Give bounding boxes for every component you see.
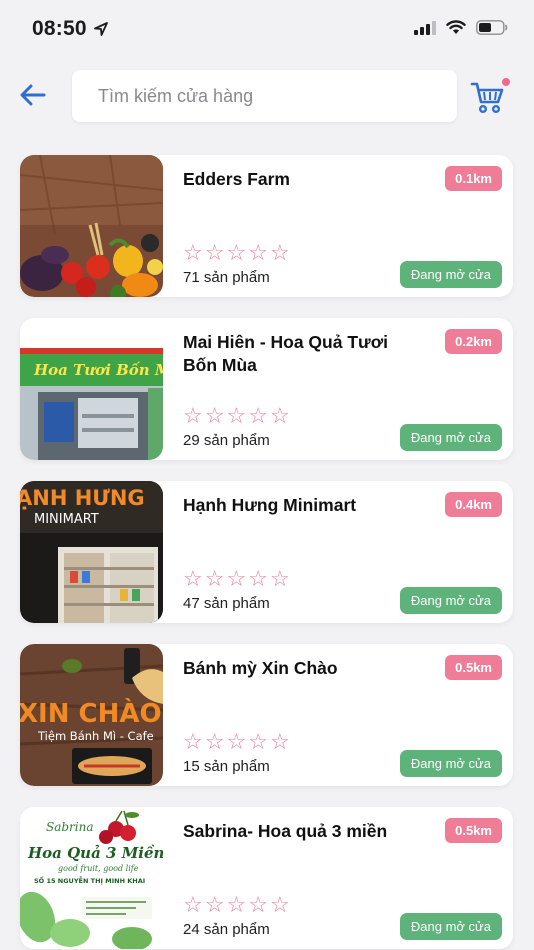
store-thumbnail: Sabrina Hoa Quả 3 Miền good fruit, good …	[20, 807, 163, 949]
wifi-icon	[446, 20, 466, 34]
star-icon: ☆	[183, 729, 203, 754]
product-count: 24 sản phẩm	[183, 921, 270, 938]
status-icons	[414, 20, 508, 35]
distance-badge: 0.1km	[445, 166, 502, 191]
shop-sign-subtext: Tiệm Bánh Mì - Cafe	[37, 729, 154, 743]
store-thumbnail	[20, 155, 163, 297]
rating-stars: ☆ ☆ ☆ ☆ ☆	[183, 568, 290, 590]
open-status-badge: Đang mở cửa	[399, 750, 502, 777]
search-input[interactable]	[72, 70, 457, 122]
star-icon: ☆	[204, 892, 225, 917]
distance-badge: 0.5km	[445, 818, 502, 843]
header	[0, 70, 534, 122]
open-status-badge: Đang mở cửa	[399, 587, 502, 614]
battery-icon	[476, 20, 508, 35]
store-name: Hạnh Hưng Minimart	[183, 495, 357, 515]
star-icon: ☆	[248, 892, 268, 917]
back-button[interactable]	[18, 80, 48, 110]
store-name: Sabrina- Hoa quả 3 miền	[183, 821, 388, 841]
shop-sign-text: ẠNH HƯNG	[20, 486, 145, 510]
star-icon: ☆	[269, 240, 290, 265]
star-icon: ☆	[226, 566, 247, 591]
star-icon: ☆	[204, 729, 225, 754]
star-icon: ☆	[183, 403, 203, 428]
product-count: 29 sản phẩm	[183, 432, 270, 449]
star-icon: ☆	[248, 729, 268, 754]
store-card[interactable]: Sabrina Hoa Quả 3 Miền good fruit, good …	[20, 807, 513, 949]
rating-stars: ☆ ☆ ☆ ☆ ☆	[183, 242, 290, 264]
rating-stars: ☆ ☆ ☆ ☆ ☆	[183, 894, 290, 916]
store-card[interactable]: ẠNH HƯNG MINIMART Hạnh Hưng Minimart 0.4…	[20, 481, 513, 623]
store-card[interactable]: XIN CHÀO Tiệm Bánh Mì - Cafe Bánh mỳ Xin…	[20, 644, 513, 786]
star-icon: ☆	[248, 566, 268, 591]
store-thumbnail: Hoa Tươi Bốn Mùa	[20, 318, 163, 460]
logo-title-text: Hoa Quả 3 Miền	[27, 844, 163, 862]
search-box[interactable]	[72, 70, 457, 122]
store-name: Mai Hiên - Hoa Quả Tươi Bốn Mùa	[183, 332, 388, 375]
shop-sign-subtext: MINIMART	[34, 512, 99, 527]
product-count: 15 sản phẩm	[183, 758, 270, 775]
star-icon: ☆	[183, 566, 203, 591]
open-status-badge: Đang mở cửa	[399, 913, 502, 940]
star-icon: ☆	[204, 240, 225, 265]
star-icon: ☆	[269, 403, 290, 428]
logo-address-text: SỐ 15 NGUYỄN THỊ MINH KHAI	[34, 875, 145, 885]
status-time: 08:50	[32, 17, 109, 41]
store-thumbnail: XIN CHÀO Tiệm Bánh Mì - Cafe	[20, 644, 163, 786]
status-bar: 08:50	[0, 0, 534, 58]
star-icon: ☆	[226, 729, 247, 754]
signal-icon	[414, 20, 436, 35]
logo-script-text: Sabrina	[46, 820, 94, 834]
distance-badge: 0.2km	[445, 329, 502, 354]
star-icon: ☆	[226, 892, 247, 917]
logo-tagline-text: good fruit, good life	[58, 864, 139, 873]
clock-text: 08:50	[32, 17, 87, 40]
star-icon: ☆	[248, 240, 268, 265]
shop-sign-text: XIN CHÀO	[20, 697, 162, 729]
store-thumbnail: ẠNH HƯNG MINIMART	[20, 481, 163, 623]
rating-stars: ☆ ☆ ☆ ☆ ☆	[183, 731, 290, 753]
star-icon: ☆	[269, 892, 290, 917]
cart-notification-dot	[500, 76, 512, 88]
star-icon: ☆	[183, 892, 203, 917]
store-list: Edders Farm 0.1km ☆ ☆ ☆ ☆ ☆ 71 sản phẩm Đang…	[20, 155, 514, 950]
shop-sign-text: Hoa Tươi Bốn Mùa	[33, 361, 163, 379]
star-icon: ☆	[226, 403, 247, 428]
store-card[interactable]: Hoa Tươi Bốn Mùa Mai Hiên - Hoa Quả Tươi…	[20, 318, 513, 460]
star-icon: ☆	[226, 240, 247, 265]
star-icon: ☆	[204, 403, 225, 428]
product-count: 71 sản phẩm	[183, 269, 270, 286]
cart-button[interactable]	[470, 76, 514, 116]
product-count: 47 sản phẩm	[183, 595, 270, 612]
rating-stars: ☆ ☆ ☆ ☆ ☆	[183, 405, 290, 427]
star-icon: ☆	[204, 566, 225, 591]
store-name: Bánh mỳ Xin Chào	[183, 658, 338, 678]
distance-badge: 0.4km	[445, 492, 502, 517]
distance-badge: 0.5km	[445, 655, 502, 680]
star-icon: ☆	[183, 240, 203, 265]
open-status-badge: Đang mở cửa	[399, 261, 502, 288]
star-icon: ☆	[269, 566, 290, 591]
back-arrow-icon	[20, 84, 46, 106]
location-arrow-icon	[93, 22, 108, 36]
store-card[interactable]: Edders Farm 0.1km ☆ ☆ ☆ ☆ ☆ 71 sản phẩm Đang…	[20, 155, 513, 297]
star-icon: ☆	[269, 729, 290, 754]
open-status-badge: Đang mở cửa	[399, 424, 502, 451]
store-name: Edders Farm	[183, 169, 290, 189]
star-icon: ☆	[248, 403, 268, 428]
